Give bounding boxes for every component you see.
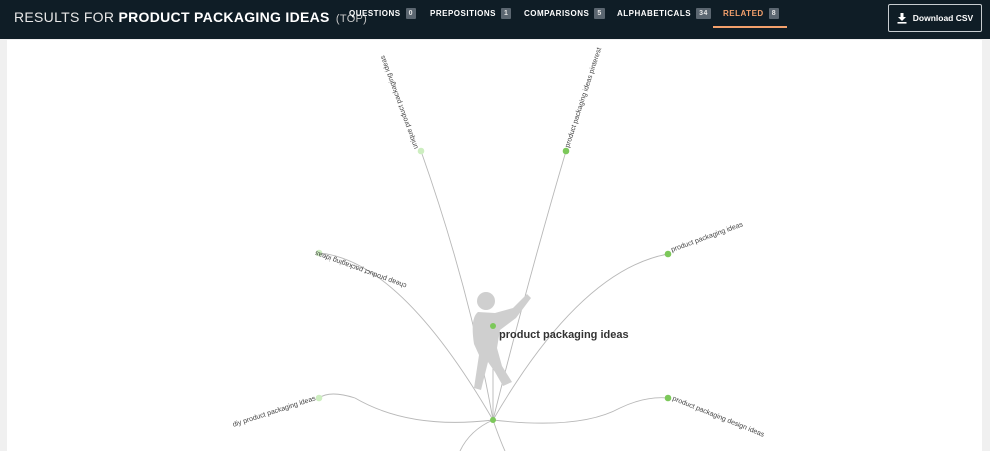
- node-label-cheap: cheap product packaging ideas: [314, 249, 408, 289]
- node-label-unique: unique product packaging ideas: [379, 54, 420, 150]
- link-offscreen-left: [459, 419, 494, 451]
- node-label-ideas: product packaging ideas: [670, 221, 744, 254]
- center-node[interactable]: [490, 323, 496, 329]
- silhouette-person-icon: [472, 292, 531, 390]
- link-diy: [354, 397, 494, 423]
- node-design[interactable]: [664, 394, 672, 402]
- hub-node[interactable]: [490, 417, 496, 423]
- node-label-design: product packaging design ideas: [671, 395, 765, 439]
- node-label-pinterest: product packaging ideas pinterest: [564, 47, 603, 149]
- link-offscreen-right: [492, 419, 506, 451]
- node-label-diy: diy product packaging ideas: [232, 395, 317, 429]
- node-ideas[interactable]: [664, 250, 672, 258]
- center-keyword-label: product packaging ideas: [499, 329, 629, 341]
- node-diy[interactable]: [315, 394, 323, 402]
- link-diy-end: [318, 393, 356, 399]
- link-design: [492, 397, 669, 424]
- related-keywords-graph: product packaging ideas unique product p…: [232, 47, 766, 451]
